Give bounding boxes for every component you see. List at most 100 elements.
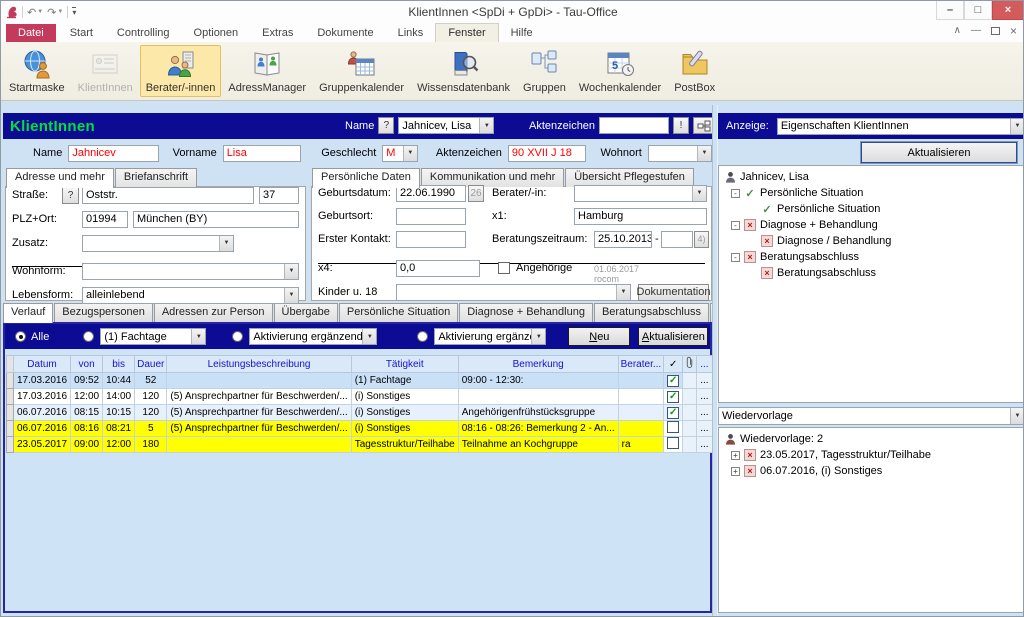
cell-leistung[interactable]: (5) Ansprechpartner für Beschwerden/... bbox=[167, 405, 351, 421]
table-row[interactable]: 23.05.201709:0012:00180Tagesstruktur/Tei… bbox=[7, 437, 713, 453]
tab-persönliche-daten[interactable]: Persönliche Daten bbox=[312, 168, 420, 188]
cell-leistung[interactable] bbox=[167, 437, 351, 453]
strasse-input[interactable]: Oststr. bbox=[82, 187, 254, 204]
filter-combo-hilfen-1[interactable]: Aktivierung ergänzender Hilfen▼ bbox=[249, 328, 377, 345]
check-icon[interactable]: ✓ bbox=[664, 356, 683, 373]
table-row[interactable]: 17.03.201609:5210:4452(1) Fachtage09:00 … bbox=[7, 373, 713, 389]
filter-radio-fachtage[interactable] bbox=[83, 331, 94, 342]
maximize-button[interactable]: □ bbox=[964, 1, 992, 20]
vorname-input[interactable]: Lisa bbox=[223, 145, 302, 162]
tab-diagnose-behandlung[interactable]: Diagnose + Behandlung bbox=[459, 303, 593, 322]
ribbon-tab-start[interactable]: Start bbox=[58, 24, 105, 42]
client-select-combo[interactable]: Jahnicev, Lisa▼ bbox=[398, 117, 494, 134]
x1-input[interactable]: Hamburg bbox=[574, 208, 707, 225]
column-header-von[interactable]: von bbox=[71, 356, 103, 373]
tab-beratungsabschluss[interactable]: Beratungsabschluss bbox=[594, 303, 709, 322]
cell-leistung[interactable] bbox=[167, 373, 351, 389]
row-selector[interactable] bbox=[7, 421, 14, 437]
zeitraum-bis-input[interactable] bbox=[661, 231, 693, 248]
plz-input[interactable]: 01994 bbox=[82, 211, 128, 228]
ribbon-tab-optionen[interactable]: Optionen bbox=[182, 24, 251, 42]
ribbon-button-wissensdatenbank[interactable]: Wissensdatenbank bbox=[411, 45, 516, 97]
zeitraum-button[interactable]: 4) bbox=[694, 231, 709, 248]
tab-persönliche-situation[interactable]: Persönliche Situation bbox=[339, 303, 458, 322]
paperclip-icon[interactable] bbox=[683, 356, 697, 373]
row-details-button[interactable]: ... bbox=[697, 405, 712, 421]
ribbon-button-startmaske[interactable]: Startmaske bbox=[3, 45, 71, 97]
ribbon-button-postbox[interactable]: PostBox bbox=[668, 45, 721, 97]
cell-taetigkeit[interactable]: Tagesstruktur/Teilhabe bbox=[351, 437, 458, 453]
ribbon-tab-datei[interactable]: Datei bbox=[6, 24, 56, 42]
checkbox-checked[interactable]: ✓ bbox=[667, 391, 679, 403]
cell-berater[interactable] bbox=[618, 421, 664, 437]
wiedervorlage-combo[interactable]: Wiedervorlage▼ bbox=[718, 407, 1024, 425]
mdi-close-icon[interactable]: × bbox=[1010, 26, 1017, 36]
table-row[interactable]: 06.07.201608:1608:215(5) Ansprechpartner… bbox=[7, 421, 713, 437]
cell-dauer[interactable]: 120 bbox=[135, 389, 167, 405]
cell-taetigkeit[interactable]: (i) Sonstiges bbox=[351, 389, 458, 405]
name-help-button[interactable]: ? bbox=[378, 117, 394, 134]
row-selector[interactable] bbox=[7, 405, 14, 421]
cell-berater[interactable] bbox=[618, 373, 664, 389]
collapse-icon[interactable]: - bbox=[731, 189, 740, 198]
aktualisieren-button[interactable]: Aktualisieren bbox=[638, 327, 708, 346]
undo-button[interactable]: ↶▼ bbox=[27, 6, 43, 19]
ribbon-tab-hilfe[interactable]: Hilfe bbox=[499, 24, 545, 42]
filter-combo-hilfen-2[interactable]: Aktivierung ergänzender Hilfen▼ bbox=[434, 328, 546, 345]
tab-adresse-und-mehr[interactable]: Adresse und mehr bbox=[6, 168, 114, 188]
row-details-button[interactable]: ... bbox=[697, 373, 712, 389]
tab-bezugspersonen[interactable]: Bezugspersonen bbox=[54, 303, 153, 322]
ribbon-tab-controlling[interactable]: Controlling bbox=[105, 24, 182, 42]
ribbon-tab-dokumente[interactable]: Dokumente bbox=[305, 24, 385, 42]
cell-datum[interactable]: 17.03.2016 bbox=[14, 389, 71, 405]
tree-label[interactable]: Wiedervorlage: 2 bbox=[740, 433, 823, 445]
collapse-icon[interactable]: - bbox=[731, 221, 740, 230]
cell-taetigkeit[interactable]: (i) Sonstiges bbox=[351, 421, 458, 437]
cell-bemerkung[interactable] bbox=[458, 389, 618, 405]
column-header-tätigkeit[interactable]: Tätigkeit bbox=[351, 356, 458, 373]
name-input[interactable]: Jahnicev bbox=[68, 145, 158, 162]
zeitraum-von-input[interactable]: 25.10.2013 bbox=[594, 231, 652, 248]
cell-von[interactable]: 08:15 bbox=[71, 405, 103, 421]
tree-label[interactable]: Diagnose + Behandlung bbox=[760, 219, 878, 231]
hausnummer-input[interactable]: 37 bbox=[259, 187, 299, 204]
lebensform-combo[interactable]: alleinlebend▼ bbox=[82, 287, 299, 304]
table-row[interactable]: 17.03.201612:0014:00120(5) Ansprechpartn… bbox=[7, 389, 713, 405]
filter-radio-hilfen-1[interactable] bbox=[232, 331, 243, 342]
row-details-button[interactable]: ... bbox=[697, 437, 712, 453]
wohnform-combo[interactable]: ▼ bbox=[82, 263, 299, 280]
tab-übergabe[interactable]: Übergabe bbox=[274, 303, 338, 322]
cell-leistung[interactable]: (5) Ansprechpartner für Beschwerden/... bbox=[167, 421, 351, 437]
cell-von[interactable]: 12:00 bbox=[71, 389, 103, 405]
header-aktenzeichen-input[interactable] bbox=[599, 117, 669, 134]
cell-bis[interactable]: 12:00 bbox=[103, 437, 135, 453]
tab-briefanschrift[interactable]: Briefanschrift bbox=[115, 168, 197, 187]
tab-verlauf[interactable]: Verlauf bbox=[3, 303, 53, 323]
alert-button[interactable]: ! bbox=[673, 117, 689, 134]
mdi-minimize-icon[interactable]: — bbox=[971, 26, 981, 36]
geschlecht-combo[interactable]: M▼ bbox=[382, 145, 418, 162]
minimize-button[interactable]: – bbox=[936, 1, 964, 20]
table-row[interactable]: 06.07.201608:1510:15120(5) Ansprechpartn… bbox=[7, 405, 713, 421]
cell-bis[interactable]: 10:15 bbox=[103, 405, 135, 421]
column-header-bis[interactable]: bis bbox=[103, 356, 135, 373]
erster-kontakt-input[interactable] bbox=[396, 231, 466, 248]
filter-radio-alle[interactable] bbox=[15, 331, 26, 342]
ribbon-button-berater-innen[interactable]: Berater/-innen bbox=[140, 45, 222, 97]
cell-dauer[interactable]: 52 bbox=[135, 373, 167, 389]
cell-bemerkung[interactable]: Teilnahme an Kochgruppe bbox=[458, 437, 618, 453]
checkbox-checked[interactable]: ✓ bbox=[667, 407, 679, 419]
row-selector-header[interactable] bbox=[7, 356, 14, 373]
collapse-ribbon-icon[interactable]: ∧ bbox=[954, 26, 961, 36]
tree-label[interactable]: Persönliche Situation bbox=[760, 187, 863, 199]
tree-label[interactable]: 23.05.2017, Tagesstruktur/Teilhabe bbox=[760, 449, 931, 461]
cell-bis[interactable]: 08:21 bbox=[103, 421, 135, 437]
cell-dauer[interactable]: 180 bbox=[135, 437, 167, 453]
cell-leistung[interactable]: (5) Ansprechpartner für Beschwerden/... bbox=[167, 389, 351, 405]
cell-bis[interactable]: 10:44 bbox=[103, 373, 135, 389]
mdi-restore-icon[interactable] bbox=[991, 27, 1000, 35]
column-header-datum[interactable]: Datum bbox=[14, 356, 71, 373]
column-header--[interactable]: ... bbox=[697, 356, 712, 373]
dokumentation-button[interactable]: Dokumentation bbox=[638, 284, 709, 301]
cell-berater[interactable] bbox=[618, 405, 664, 421]
